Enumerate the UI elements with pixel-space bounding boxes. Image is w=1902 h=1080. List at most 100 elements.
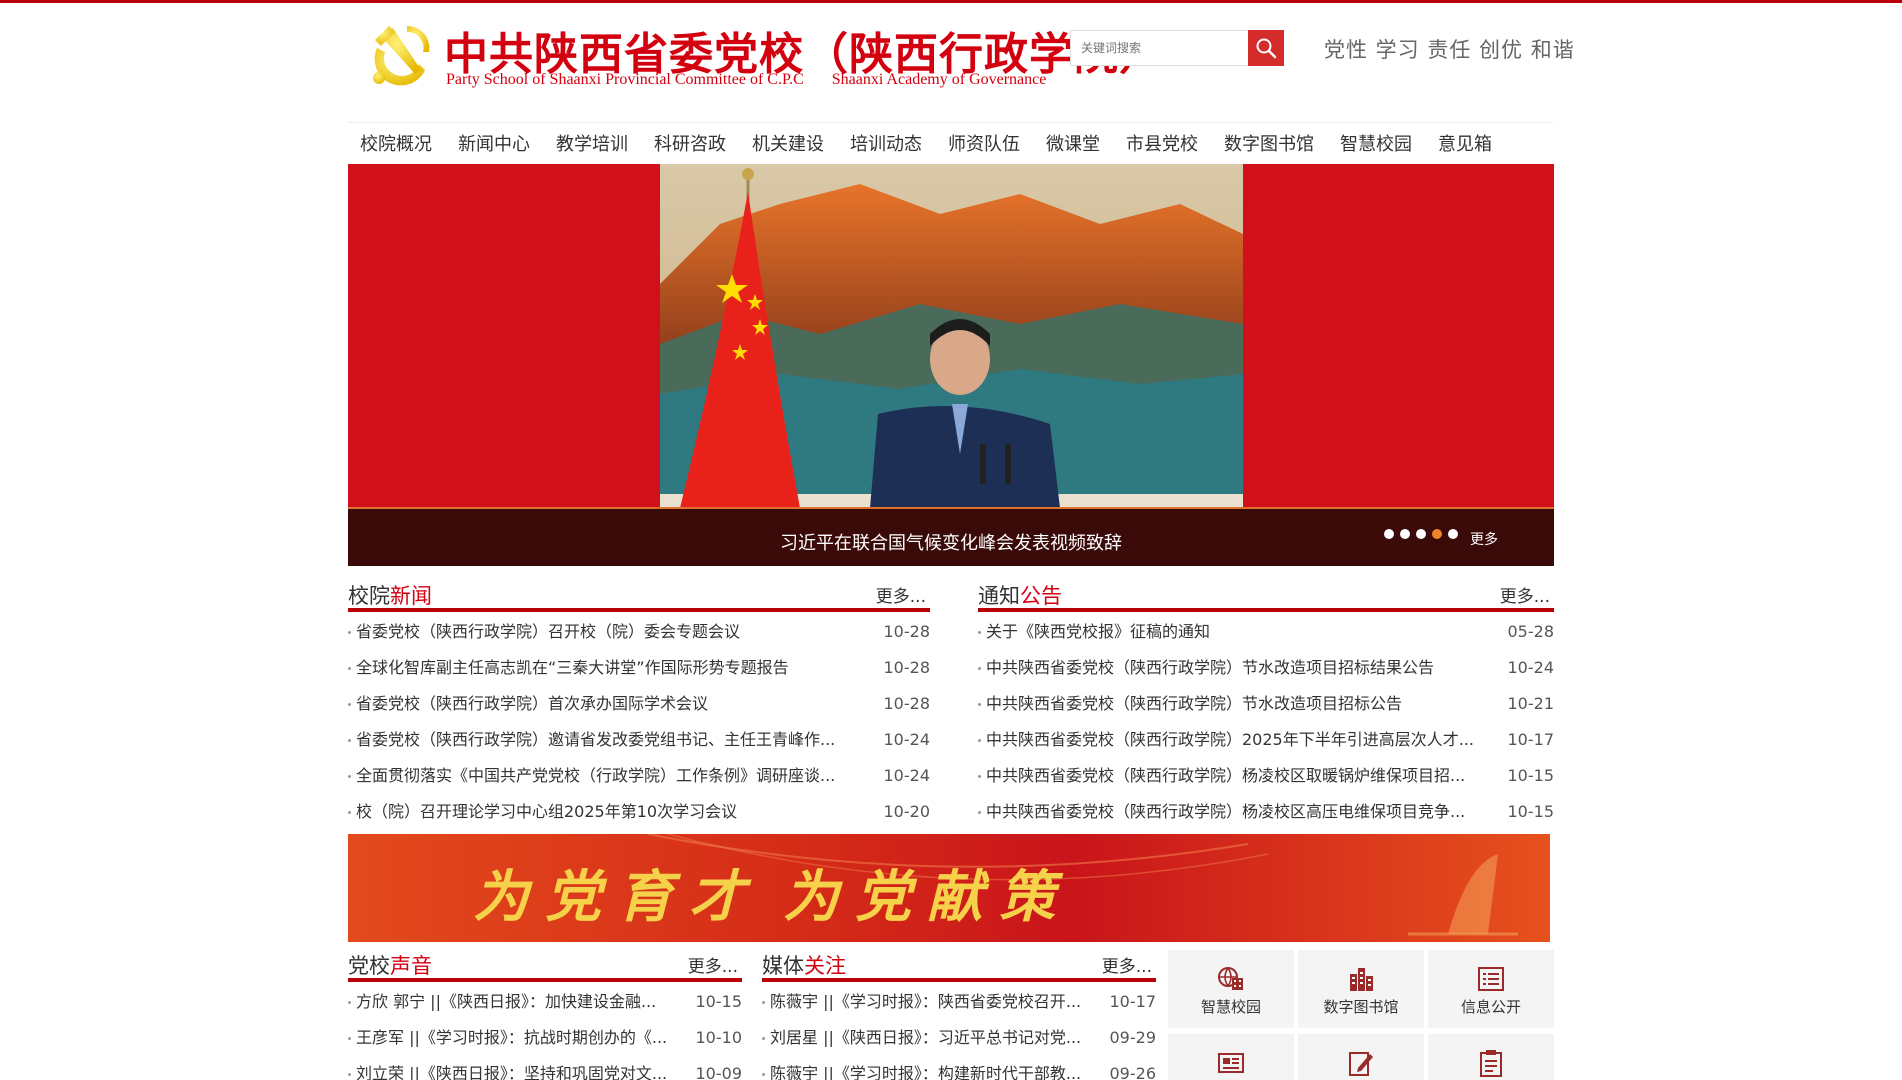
notices-title: 通知公告 [978,580,1062,610]
quick-link-digital-library[interactable]: 数字图书馆 [1298,950,1424,1028]
buildings-icon [1350,968,1373,991]
site-header: 中共陕西省委党校（陕西行政学院） Party School of Shaanxi… [348,10,1574,120]
quick-links-grid: 智慧校园 数字图书馆 信息公开 [1168,950,1554,1080]
list-item[interactable]: 中共陕西省委党校（陕西行政学院）节水改造项目招标公告 10-21 [978,686,1554,722]
list-item-title[interactable]: 方欣 郭宁 ||《陕西日报》：加快建设金融... [356,984,656,1020]
list-item-date: 10-24 [883,730,931,749]
list-item-date: 10-28 [883,622,931,641]
school-news-panel: 校院新闻 更多... 省委党校（陕西行政学院）召开校（院）委会专题会议 10-28… [348,576,930,830]
carousel-image[interactable] [660,164,1243,508]
list-item-title[interactable]: 刘立荣 ||《陕西日报》：坚持和巩固党对文... [356,1056,667,1080]
voice-list: 方欣 郭宁 ||《陕西日报》：加快建设金融... 10-15 王彦军 ||《学习时… [348,984,742,1080]
nav-item-digital-library[interactable]: 数字图书馆 [1224,130,1314,156]
list-item[interactable]: 陈薇宇 ||《学习时报》：陕西省委党校召开... 10-17 [762,984,1156,1020]
list-item-date: 10-20 [883,802,931,821]
search-button[interactable] [1248,30,1284,66]
media-title-b: 关注 [804,954,846,978]
search-input[interactable] [1070,30,1250,66]
carousel-dots [1384,529,1458,539]
list-item-title[interactable]: 省委党校（陕西行政学院）召开校（院）委会专题会议 [356,614,740,650]
media-panel: 媒体关注 更多... 陈薇宇 ||《学习时报》：陕西省委党校召开... 10-17… [762,946,1156,1080]
list-item-title[interactable]: 校（院）召开理论学习中心组2025年第10次学习会议 [356,794,737,830]
school-news-title: 校院新闻 [348,580,432,610]
list-item[interactable]: 陈薇宇 ||《学习时报》：构建新时代干部教... 09-26 [762,1056,1156,1080]
carousel-caption[interactable]: 习近平在联合国气候变化峰会发表视频致辞 [348,529,1554,555]
nav-item-micro-class[interactable]: 微课堂 [1046,130,1100,156]
list-item[interactable]: 省委党校（陕西行政学院）首次承办国际学术会议 10-28 [348,686,930,722]
quick-link-row2-1[interactable] [1168,1034,1294,1080]
nav-item-institution[interactable]: 机关建设 [752,130,824,156]
list-item-title[interactable]: 关于《陕西党校报》征稿的通知 [986,614,1210,650]
notices-more-link[interactable]: 更多... [1500,582,1550,607]
quick-link-smart-campus[interactable]: 智慧校园 [1168,950,1294,1028]
carousel-dot-5[interactable] [1448,529,1458,539]
list-item-title[interactable]: 中共陕西省委党校（陕西行政学院）2025年下半年引进高层次人才... [986,722,1474,758]
list-item[interactable]: 刘立荣 ||《陕西日报》：坚持和巩固党对文... 10-09 [348,1056,742,1080]
slogan-banner[interactable]: 为党育才 为党献策 [348,834,1550,942]
list-item[interactable]: 全面贯彻落实《中国共产党党校（行政学院）工作条例》调研座谈... 10-24 [348,758,930,794]
hero-carousel[interactable]: 习近平在联合国气候变化峰会发表视频致辞 更多 [348,164,1554,566]
slogan-text: 为党育才 为党献策 [473,852,1071,933]
nav-item-smart-campus[interactable]: 智慧校园 [1340,130,1412,156]
carousel-dot-4[interactable] [1432,529,1442,539]
list-item[interactable]: 中共陕西省委党校（陕西行政学院）节水改造项目招标结果公告 10-24 [978,650,1554,686]
nav-item-news-center[interactable]: 新闻中心 [458,130,530,156]
notices-title-a: 通知 [978,584,1020,608]
list-item[interactable]: 王彦军 ||《学习时报》：抗战时期创办的《... 10-10 [348,1020,742,1056]
quick-link-info-disclosure[interactable]: 信息公开 [1428,950,1554,1028]
list-document-icon [1478,967,1504,991]
list-item-title[interactable]: 陈薇宇 ||《学习时报》：陕西省委党校召开... [770,984,1081,1020]
list-item-title[interactable]: 省委党校（陕西行政学院）邀请省发改委党组书记、主任王青峰作... [356,722,835,758]
media-more-link[interactable]: 更多... [1102,952,1152,977]
list-item-title[interactable]: 刘居星 ||《陕西日报》：习近平总书记对党... [770,1020,1081,1056]
carousel-caption-bar: 习近平在联合国气候变化峰会发表视频致辞 更多 [348,507,1554,566]
list-item[interactable]: 省委党校（陕西行政学院）召开校（院）委会专题会议 10-28 [348,614,930,650]
media-title: 媒体关注 [762,950,846,980]
list-item-title[interactable]: 中共陕西省委党校（陕西行政学院）节水改造项目招标结果公告 [986,650,1434,686]
voice-title: 党校声音 [348,950,432,980]
voice-more-link[interactable]: 更多... [688,952,738,977]
list-item-title[interactable]: 省委党校（陕西行政学院）首次承办国际学术会议 [356,686,708,722]
nav-item-feedback[interactable]: 意见箱 [1438,130,1492,156]
quick-link-row2-3[interactable] [1428,1034,1554,1080]
carousel-dot-1[interactable] [1384,529,1394,539]
list-item[interactable]: 方欣 郭宁 ||《陕西日报》：加快建设金融... 10-15 [348,984,742,1020]
list-item-title[interactable]: 王彦军 ||《学习时报》：抗战时期创办的《... [356,1020,667,1056]
list-item[interactable]: 中共陕西省委党校（陕西行政学院）杨凌校区取暖锅炉维保项目招... 10-15 [978,758,1554,794]
globe-building-icon [1218,967,1243,990]
list-item[interactable]: 刘居星 ||《陕西日报》：习近平总书记对党... 09-29 [762,1020,1156,1056]
quick-link-row2-2[interactable] [1298,1034,1424,1080]
top-accent-line [0,0,1902,3]
carousel-dot-2[interactable] [1400,529,1410,539]
nav-item-faculty[interactable]: 师资队伍 [948,130,1020,156]
clipboard-icon [1480,1050,1502,1077]
school-news-list: 省委党校（陕西行政学院）召开校（院）委会专题会议 10-28 全球化智库副主任高志… [348,614,930,830]
list-item-title[interactable]: 全面贯彻落实《中国共产党党校（行政学院）工作条例》调研座谈... [356,758,835,794]
list-item[interactable]: 中共陕西省委党校（陕西行政学院）杨凌校区高压电维保项目竞争... 10-15 [978,794,1554,830]
list-item[interactable]: 省委党校（陕西行政学院）邀请省发改委党组书记、主任王青峰作... 10-24 [348,722,930,758]
list-item-title[interactable]: 全球化智库副主任高志凯在“三秦大讲堂”作国际形势专题报告 [356,650,789,686]
voice-header: 党校声音 更多... [348,946,742,982]
carousel-more-link[interactable]: 更多 [1470,529,1498,549]
list-item-title[interactable]: 中共陕西省委党校（陕西行政学院）节水改造项目招标公告 [986,686,1402,722]
list-item-title[interactable]: 陈薇宇 ||《学习时报》：构建新时代干部教... [770,1056,1081,1080]
list-item-date: 10-15 [1507,802,1555,821]
list-item-title[interactable]: 中共陕西省委党校（陕西行政学院）杨凌校区取暖锅炉维保项目招... [986,758,1465,794]
nav-item-research[interactable]: 科研咨政 [654,130,726,156]
school-news-more-link[interactable]: 更多... [876,582,926,607]
quick-link-label: 智慧校园 [1200,998,1261,1016]
list-item[interactable]: 中共陕西省委党校（陕西行政学院）2025年下半年引进高层次人才... 10-17 [978,722,1554,758]
nav-item-teaching[interactable]: 教学培训 [556,130,628,156]
list-item[interactable]: 全球化智库副主任高志凯在“三秦大讲堂”作国际形势专题报告 10-28 [348,650,930,686]
notices-title-b: 公告 [1020,584,1062,608]
list-item[interactable]: 关于《陕西党校报》征稿的通知 05-28 [978,614,1554,650]
nav-item-county-schools[interactable]: 市县党校 [1126,130,1198,156]
nav-item-about[interactable]: 校院概况 [360,130,432,156]
quick-link-label: 信息公开 [1460,998,1521,1016]
carousel-dot-3[interactable] [1416,529,1426,539]
nav-item-training-news[interactable]: 培训动态 [850,130,922,156]
list-item-title[interactable]: 中共陕西省委党校（陕西行政学院）杨凌校区高压电维保项目竞争... [986,794,1465,830]
party-emblem-logo[interactable] [363,18,437,92]
list-item-date: 10-24 [1507,658,1555,677]
list-item[interactable]: 校（院）召开理论学习中心组2025年第10次学习会议 10-20 [348,794,930,830]
